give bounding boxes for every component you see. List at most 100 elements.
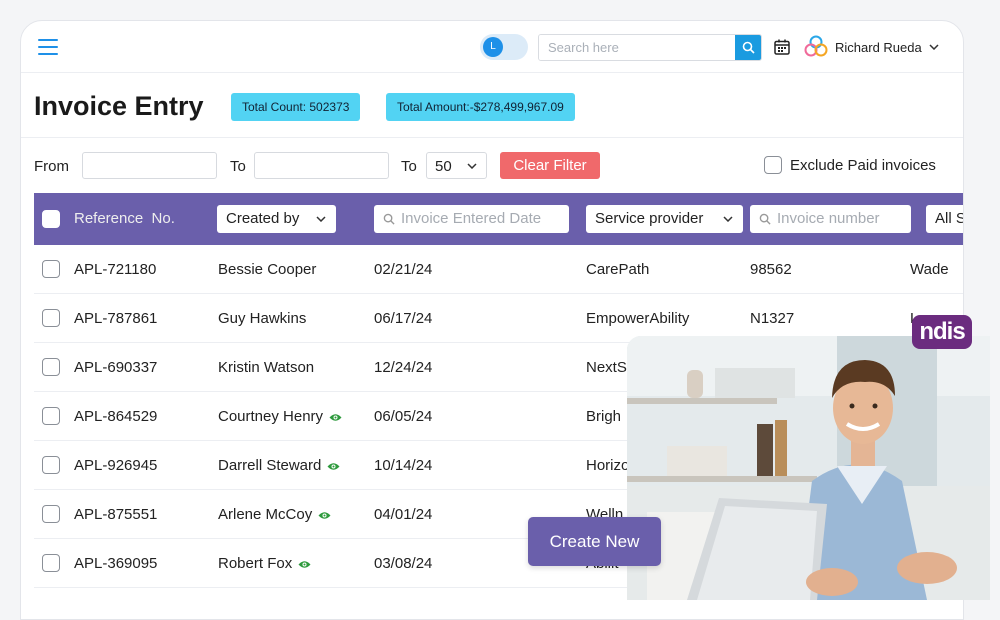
invoice-number-cell: N1327 (750, 310, 795, 327)
exclude-paid-filter[interactable]: Exclude Paid invoices (764, 156, 936, 174)
eye-icon[interactable] (327, 462, 340, 471)
row-checkbox[interactable] (42, 554, 60, 572)
search-icon (742, 41, 755, 54)
toggle-knob: L (483, 37, 503, 57)
created-by-name: Robert Fox (218, 555, 293, 572)
service-provider-header: Service provider (595, 210, 704, 227)
user-menu[interactable]: Richard Rueda (803, 33, 939, 61)
to-label: To (230, 158, 246, 175)
total-amount-badge: Total Amount:-$278,499,967.09 (386, 93, 575, 121)
table-header: Reference No. Created by Invoice Entered… (34, 193, 964, 245)
chevron-down-icon (723, 216, 733, 222)
ndis-logo: ndis (912, 315, 972, 349)
created-by-header: Created by (226, 210, 300, 227)
theme-toggle[interactable]: L (480, 34, 528, 60)
created-by-cell: Bessie Cooper (218, 261, 316, 278)
row-checkbox[interactable] (42, 260, 60, 278)
row-checkbox[interactable] (42, 309, 60, 327)
row-checkbox[interactable] (42, 358, 60, 376)
search-icon (383, 213, 395, 225)
chevron-down-icon (929, 44, 939, 50)
service-provider-filter[interactable]: Service provider (586, 205, 743, 233)
service-provider-cell: Horizo (586, 457, 630, 474)
reference-cell: APL-926945 (74, 457, 158, 474)
invoice-number-search[interactable]: Invoice number (750, 205, 911, 233)
eye-icon[interactable] (329, 413, 342, 422)
created-by-cell: Robert Fox (218, 555, 311, 572)
entered-date-cell: 06/05/24 (374, 408, 433, 425)
reference-cell: APL-787861 (74, 310, 158, 327)
service-provider-cell: NextS (586, 359, 627, 376)
row-checkbox[interactable] (42, 456, 60, 474)
service-provider-cell: EmpowerAbility (586, 310, 690, 327)
reference-header: Reference No. (74, 210, 175, 227)
search-button[interactable] (735, 35, 761, 60)
created-by-cell: Courtney Henry (218, 408, 342, 425)
row-checkbox[interactable] (42, 407, 60, 425)
created-by-cell: Darrell Steward (218, 457, 340, 474)
reference-cell: APL-721180 (74, 261, 157, 278)
service-provider-cell: CarePath (586, 261, 650, 278)
entered-date-placeholder: Invoice Entered Date (401, 210, 542, 227)
entered-date-cell: 03/08/24 (374, 555, 433, 572)
calendar-icon[interactable] (773, 38, 791, 56)
created-by-name: Courtney Henry (218, 408, 324, 425)
row-checkbox[interactable] (42, 505, 60, 523)
search-input[interactable] (539, 35, 735, 60)
status-cell: Wade (910, 261, 949, 278)
photo-illustration (627, 336, 990, 600)
chevron-down-icon (316, 216, 326, 222)
created-by-filter[interactable]: Created by (217, 205, 336, 233)
reference-cell: APL-690337 (74, 359, 158, 376)
invoice-number-cell: 98562 (750, 261, 792, 278)
chevron-down-icon (467, 163, 477, 169)
created-by-name: Arlene McCoy (218, 506, 313, 523)
top-bar: L Richard Rueda (21, 21, 963, 73)
page-size-value: 50 (435, 158, 452, 175)
reference-cell: APL-864529 (74, 408, 158, 425)
entered-date-cell: 02/21/24 (374, 261, 433, 278)
divider (21, 137, 963, 138)
search-box (538, 34, 762, 61)
created-by-name: Kristin Watson (218, 359, 315, 376)
page-title: Invoice Entry (34, 91, 204, 121)
created-by-name: Bessie Cooper (218, 261, 317, 278)
to-label-2: To (401, 158, 417, 175)
eye-icon[interactable] (298, 560, 311, 569)
reference-cell: APL-875551 (74, 506, 158, 523)
search-icon (759, 213, 771, 225)
exclude-paid-checkbox[interactable] (764, 156, 782, 174)
select-all-checkbox[interactable] (42, 210, 60, 228)
entered-date-cell: 04/01/24 (374, 506, 433, 523)
person-photo (627, 336, 990, 600)
total-count-badge: Total Count: 502373 (231, 93, 361, 121)
entered-date-cell: 10/14/24 (374, 457, 433, 474)
created-by-cell: Guy Hawkins (218, 310, 306, 327)
user-name: Richard Rueda (835, 39, 922, 55)
created-by-name: Guy Hawkins (218, 310, 307, 327)
from-date-input[interactable] (82, 152, 217, 179)
menu-icon[interactable] (38, 39, 58, 55)
all-status-header: All S (935, 210, 964, 227)
create-new-button[interactable]: Create New (528, 517, 661, 566)
to-date-input[interactable] (254, 152, 389, 179)
clear-filter-button[interactable]: Clear Filter (500, 152, 600, 179)
entered-date-cell: 12/24/24 (374, 359, 433, 376)
entered-date-search[interactable]: Invoice Entered Date (374, 205, 569, 233)
service-provider-cell: Brigh (586, 408, 622, 425)
title-row: Invoice Entry Total Count: 502373 Total … (34, 87, 954, 137)
entered-date-cell: 06/17/24 (374, 310, 433, 327)
filter-bar: From To To 50 Clear Filter Exclude Paid … (34, 151, 963, 181)
page-size-select[interactable]: 50 (426, 152, 487, 179)
from-label: From (34, 158, 69, 175)
all-status-filter[interactable]: All S (926, 205, 964, 233)
created-by-cell: Kristin Watson (218, 359, 314, 376)
created-by-cell: Arlene McCoy (218, 506, 331, 523)
table-row[interactable]: APL-721180 Bessie Cooper 02/21/24 CarePath 9… (34, 245, 963, 294)
eye-icon[interactable] (318, 511, 331, 520)
invoice-number-placeholder: Invoice number (777, 210, 880, 227)
exclude-paid-label: Exclude Paid invoices (790, 156, 936, 174)
user-logo-icon (804, 35, 828, 57)
reference-cell: APL-369095 (74, 555, 158, 572)
created-by-name: Darrell Steward (218, 457, 322, 474)
